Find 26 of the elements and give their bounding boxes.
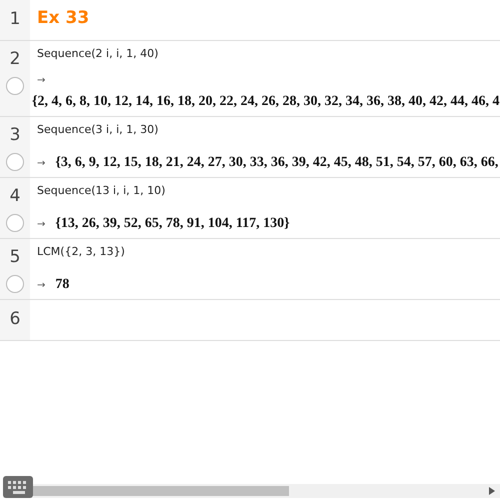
scrollbar-thumb[interactable] [31,486,289,496]
row-number: 4 [10,186,20,206]
scroll-right-icon[interactable] [489,487,495,495]
cas-input[interactable]: Sequence(13 i, i, 1, 10) [37,184,500,198]
arrow-symbol: → [37,218,46,230]
plot-toggle[interactable] [6,153,24,171]
horizontal-scrollbar[interactable] [3,484,500,498]
row-number: 6 [10,309,20,329]
cas-output: 78 [55,277,70,293]
plot-toggle[interactable] [6,275,24,293]
row-number: 1 [10,9,20,29]
plot-toggle[interactable] [6,214,24,232]
keyboard-icon[interactable] [3,476,33,498]
cas-input[interactable]: Sequence(2 i, i, 1, 40) [37,47,500,61]
row-number: 3 [10,125,20,145]
arrow-symbol: → [37,75,46,86]
cas-output: {2, 4, 6, 8, 10, 12, 14, 16, 18, 20, 22, 24, 26, 28, 30, 32, 34, 36, 38, 40, 42, 44, 46, 4 [32,94,500,110]
cas-input[interactable]: LCM({2, 3, 13}) [37,245,500,259]
cas-input[interactable]: Sequence(3 i, i, 1, 30) [37,123,500,137]
arrow-symbol: → [37,158,46,168]
row-number: 2 [10,49,20,69]
cas-output: {13, 26, 39, 52, 65, 78, 91, 104, 117, 130} [55,216,290,232]
cas-output: {3, 6, 9, 12, 15, 18, 21, 24, 27, 30, 33, 36, 39, 42, 45, 48, 51, 54, 57, 60, 63, 66, [55,155,498,171]
arrow-symbol: → [37,280,46,290]
plot-toggle[interactable] [6,77,24,95]
row-number: 5 [10,247,20,267]
